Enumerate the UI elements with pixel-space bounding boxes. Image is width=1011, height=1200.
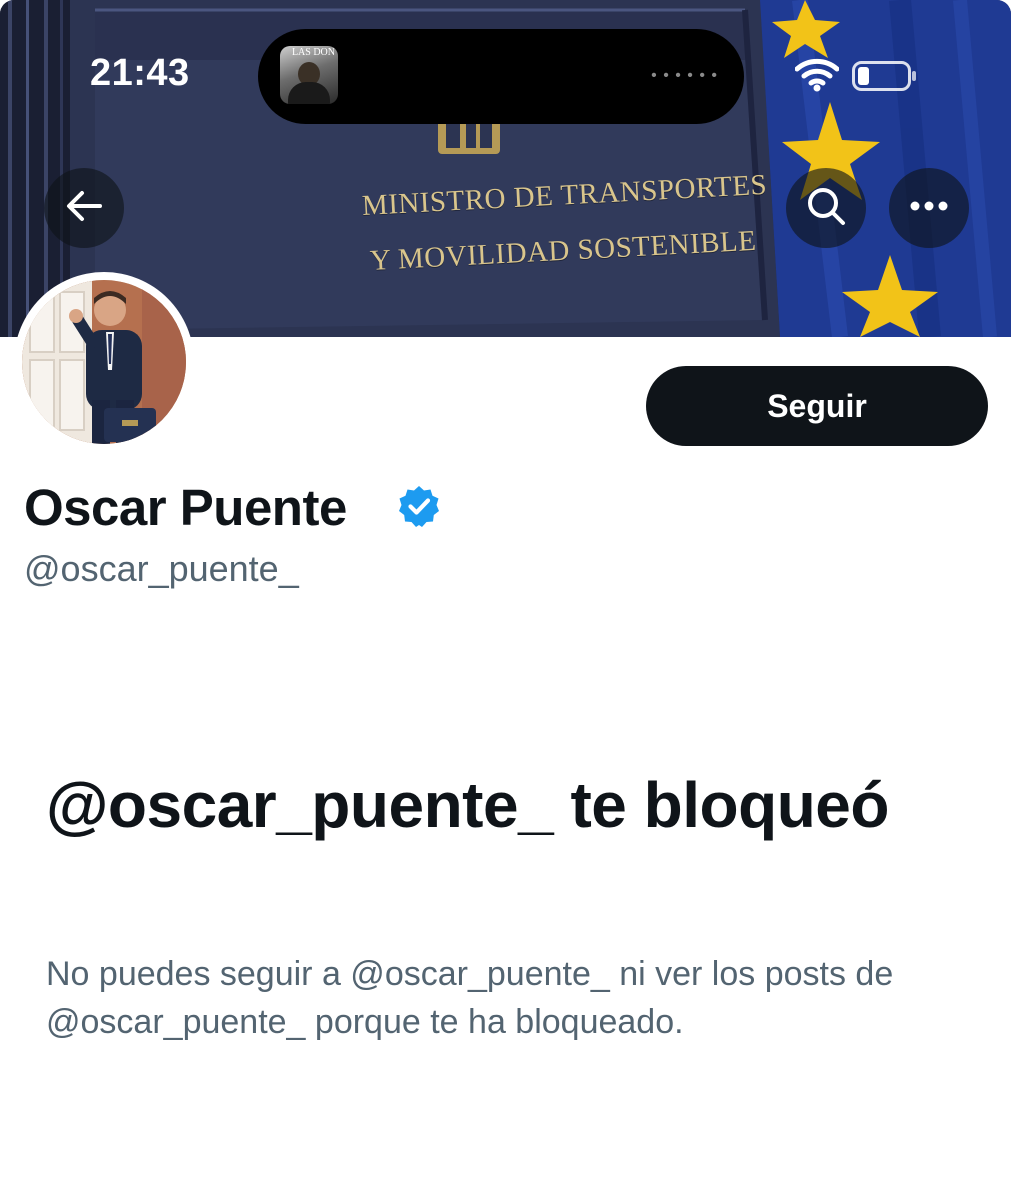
search-button[interactable] — [786, 168, 866, 248]
arrow-left-icon — [64, 189, 104, 228]
wifi-icon — [794, 58, 840, 97]
follow-button[interactable]: Seguir — [646, 366, 988, 446]
artwork-figure-body — [288, 82, 330, 104]
profile-display-name: Oscar Puente — [24, 479, 347, 536]
status-clock: 21:43 — [90, 52, 190, 94]
now-playing-artwork: LAS DON — [280, 46, 338, 104]
more-options-button[interactable] — [889, 168, 969, 248]
artwork-text: LAS DON — [291, 47, 335, 58]
profile-avatar[interactable] — [22, 280, 186, 444]
dynamic-island[interactable]: LAS DON • • • • • • — [258, 29, 744, 124]
search-icon — [805, 185, 847, 232]
audio-waveform-icon: • • • • • • — [651, 67, 718, 84]
blocked-notice-body: No puedes seguir a @oscar_puente_ ni ver… — [46, 955, 894, 1041]
avatar-photo — [22, 280, 186, 444]
back-button[interactable] — [44, 168, 124, 248]
battery-icon — [852, 61, 918, 96]
blocked-notice-title: @oscar_puente_ te bloqueó — [46, 769, 889, 841]
more-horizontal-icon — [909, 199, 949, 217]
profile-handle: @oscar_puente_ — [24, 548, 299, 589]
verified-badge-icon[interactable] — [397, 484, 441, 533]
